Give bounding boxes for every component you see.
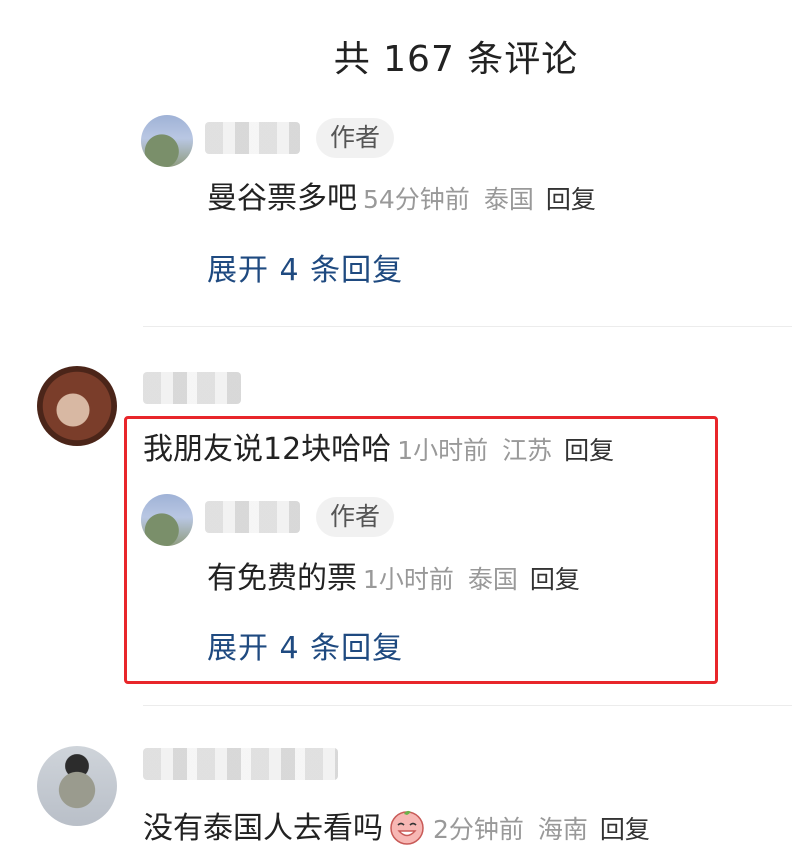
comment-divider [143, 705, 792, 706]
grinning-peach-emoji [390, 810, 424, 845]
comment-location: 泰国 [483, 185, 534, 214]
highlight-box [124, 416, 718, 684]
reply-button[interactable]: 回复 [600, 815, 650, 844]
reply-button[interactable]: 回复 [546, 185, 596, 214]
comment-time: 2分钟前 [433, 815, 524, 844]
comment-count-title: 共 167 条评论 [333, 39, 579, 80]
author-avatar[interactable] [141, 115, 193, 167]
user-avatar[interactable] [37, 366, 117, 446]
comment-divider [143, 326, 792, 327]
comment-time: 54分钟前 [363, 185, 470, 214]
comment-location: 海南 [537, 815, 588, 844]
author-badge: 作者 [316, 118, 395, 158]
user-avatar[interactable] [37, 746, 117, 826]
author-name-blurred[interactable] [205, 122, 300, 154]
user-name-blurred[interactable] [143, 748, 338, 780]
comment-text-row: 没有泰国人去看吗 2分钟前 海南 回复 [143, 803, 650, 847]
user-name-blurred[interactable] [143, 372, 241, 404]
expand-replies-link[interactable]: 展开 4 条回复 [207, 245, 403, 289]
comment-text: 曼谷票多吧 [207, 181, 357, 216]
comment-text-row: 曼谷票多吧 54分钟前 泰国 回复 [207, 173, 596, 217]
comment-text: 没有泰国人去看吗 [143, 811, 383, 846]
